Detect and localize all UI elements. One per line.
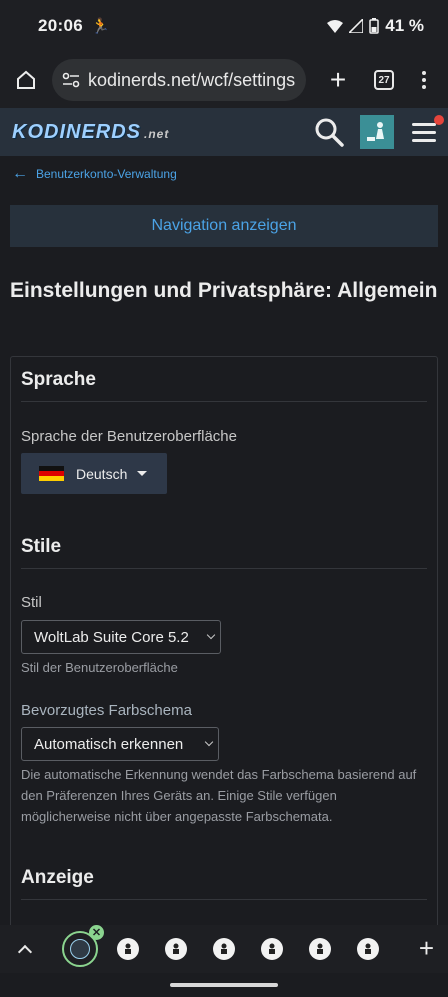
- site-logo[interactable]: KODINERDS .net: [12, 121, 169, 144]
- color-scheme-value: Automatisch erkennen: [34, 735, 184, 753]
- style-help-text: Stil der Benutzeroberfläche: [21, 660, 178, 675]
- user-avatar[interactable]: [360, 115, 394, 149]
- color-scheme-label: Bevorzugtes Farbschema: [21, 702, 192, 719]
- color-scheme-help-text: Die automatische Erkennung wendet das Fa…: [21, 767, 417, 824]
- arrow-left-icon: ←: [12, 165, 28, 182]
- page-title: Einstellungen und Privatsphäre: Allgemei…: [10, 279, 438, 302]
- section-title-styles: Stile: [21, 536, 427, 569]
- address-bar[interactable]: kodinerds.net/wcf/settings: [52, 59, 306, 101]
- language-selected: Deutsch: [76, 465, 128, 482]
- show-navigation-button[interactable]: Navigation anzeigen: [10, 205, 438, 247]
- battery-icon: [369, 18, 379, 34]
- close-tab-icon[interactable]: ✕: [89, 925, 104, 940]
- status-bar: 20:06 🏃 41 %: [0, 0, 448, 52]
- chevron-down-icon: [206, 630, 216, 640]
- signal-icon: [349, 19, 364, 33]
- tab-favicon[interactable]: [213, 938, 235, 960]
- battery-percent: 41 %: [385, 16, 424, 35]
- home-icon: [17, 70, 35, 89]
- main-menu-button[interactable]: [412, 114, 444, 142]
- add-tab-button[interactable]: +: [419, 934, 434, 962]
- chevron-down-icon: [204, 737, 214, 747]
- section-title-language: Sprache: [21, 369, 427, 402]
- breadcrumb[interactable]: ← Benutzerkonto-Verwaltung: [12, 166, 177, 182]
- running-icon: 🏃: [90, 18, 110, 35]
- style-select-value: WoltLab Suite Core 5.2: [34, 628, 189, 646]
- style-select[interactable]: WoltLab Suite Core 5.2: [21, 620, 221, 654]
- site-settings-icon[interactable]: [62, 72, 80, 88]
- active-tab-favicon: [70, 939, 90, 959]
- tab-switcher-button[interactable]: 27: [374, 70, 394, 90]
- style-field-label: Stil: [21, 594, 42, 611]
- home-handle[interactable]: [170, 983, 278, 987]
- caret-down-icon: [137, 471, 148, 476]
- tab-favicon[interactable]: [165, 938, 187, 960]
- browser-menu-button[interactable]: [422, 71, 426, 89]
- notification-dot: [434, 114, 444, 125]
- tab-favicon[interactable]: [117, 938, 139, 960]
- logo-suffix: .net: [144, 126, 170, 141]
- home-button[interactable]: [12, 66, 40, 94]
- search-icon: [315, 118, 344, 147]
- wifi-icon: [327, 20, 344, 33]
- language-dropdown[interactable]: Deutsch: [21, 453, 167, 494]
- chevron-up-icon[interactable]: [17, 944, 33, 960]
- status-time: 20:06: [38, 16, 83, 35]
- site-header: KODINERDS .net: [0, 108, 448, 156]
- tab-favicon[interactable]: [261, 938, 283, 960]
- logo-text: KODINERDS: [12, 120, 142, 143]
- browser-toolbar: kodinerds.net/wcf/settings + 27: [0, 52, 448, 108]
- tab-favicon[interactable]: [357, 938, 379, 960]
- german-flag-icon: [39, 466, 64, 481]
- tab-strip: ✕ +: [0, 925, 448, 973]
- new-tab-button[interactable]: +: [324, 66, 352, 94]
- color-scheme-select[interactable]: Automatisch erkennen: [21, 727, 219, 761]
- gesture-nav-bar: [0, 973, 448, 997]
- language-field-label: Sprache der Benutzeroberfläche: [21, 428, 237, 445]
- status-right: 41 %: [327, 16, 424, 36]
- search-button[interactable]: [314, 117, 344, 147]
- section-title-display: Anzeige: [21, 867, 427, 900]
- settings-card: Sprache Sprache der Benutzeroberfläche D…: [10, 356, 438, 956]
- tab-favicon[interactable]: [309, 938, 331, 960]
- active-tab[interactable]: ✕: [62, 925, 104, 967]
- url-text: kodinerds.net/wcf/settings: [88, 69, 296, 90]
- breadcrumb-label: Benutzerkonto-Verwaltung: [36, 167, 177, 181]
- avatar-figure-icon: [367, 122, 384, 141]
